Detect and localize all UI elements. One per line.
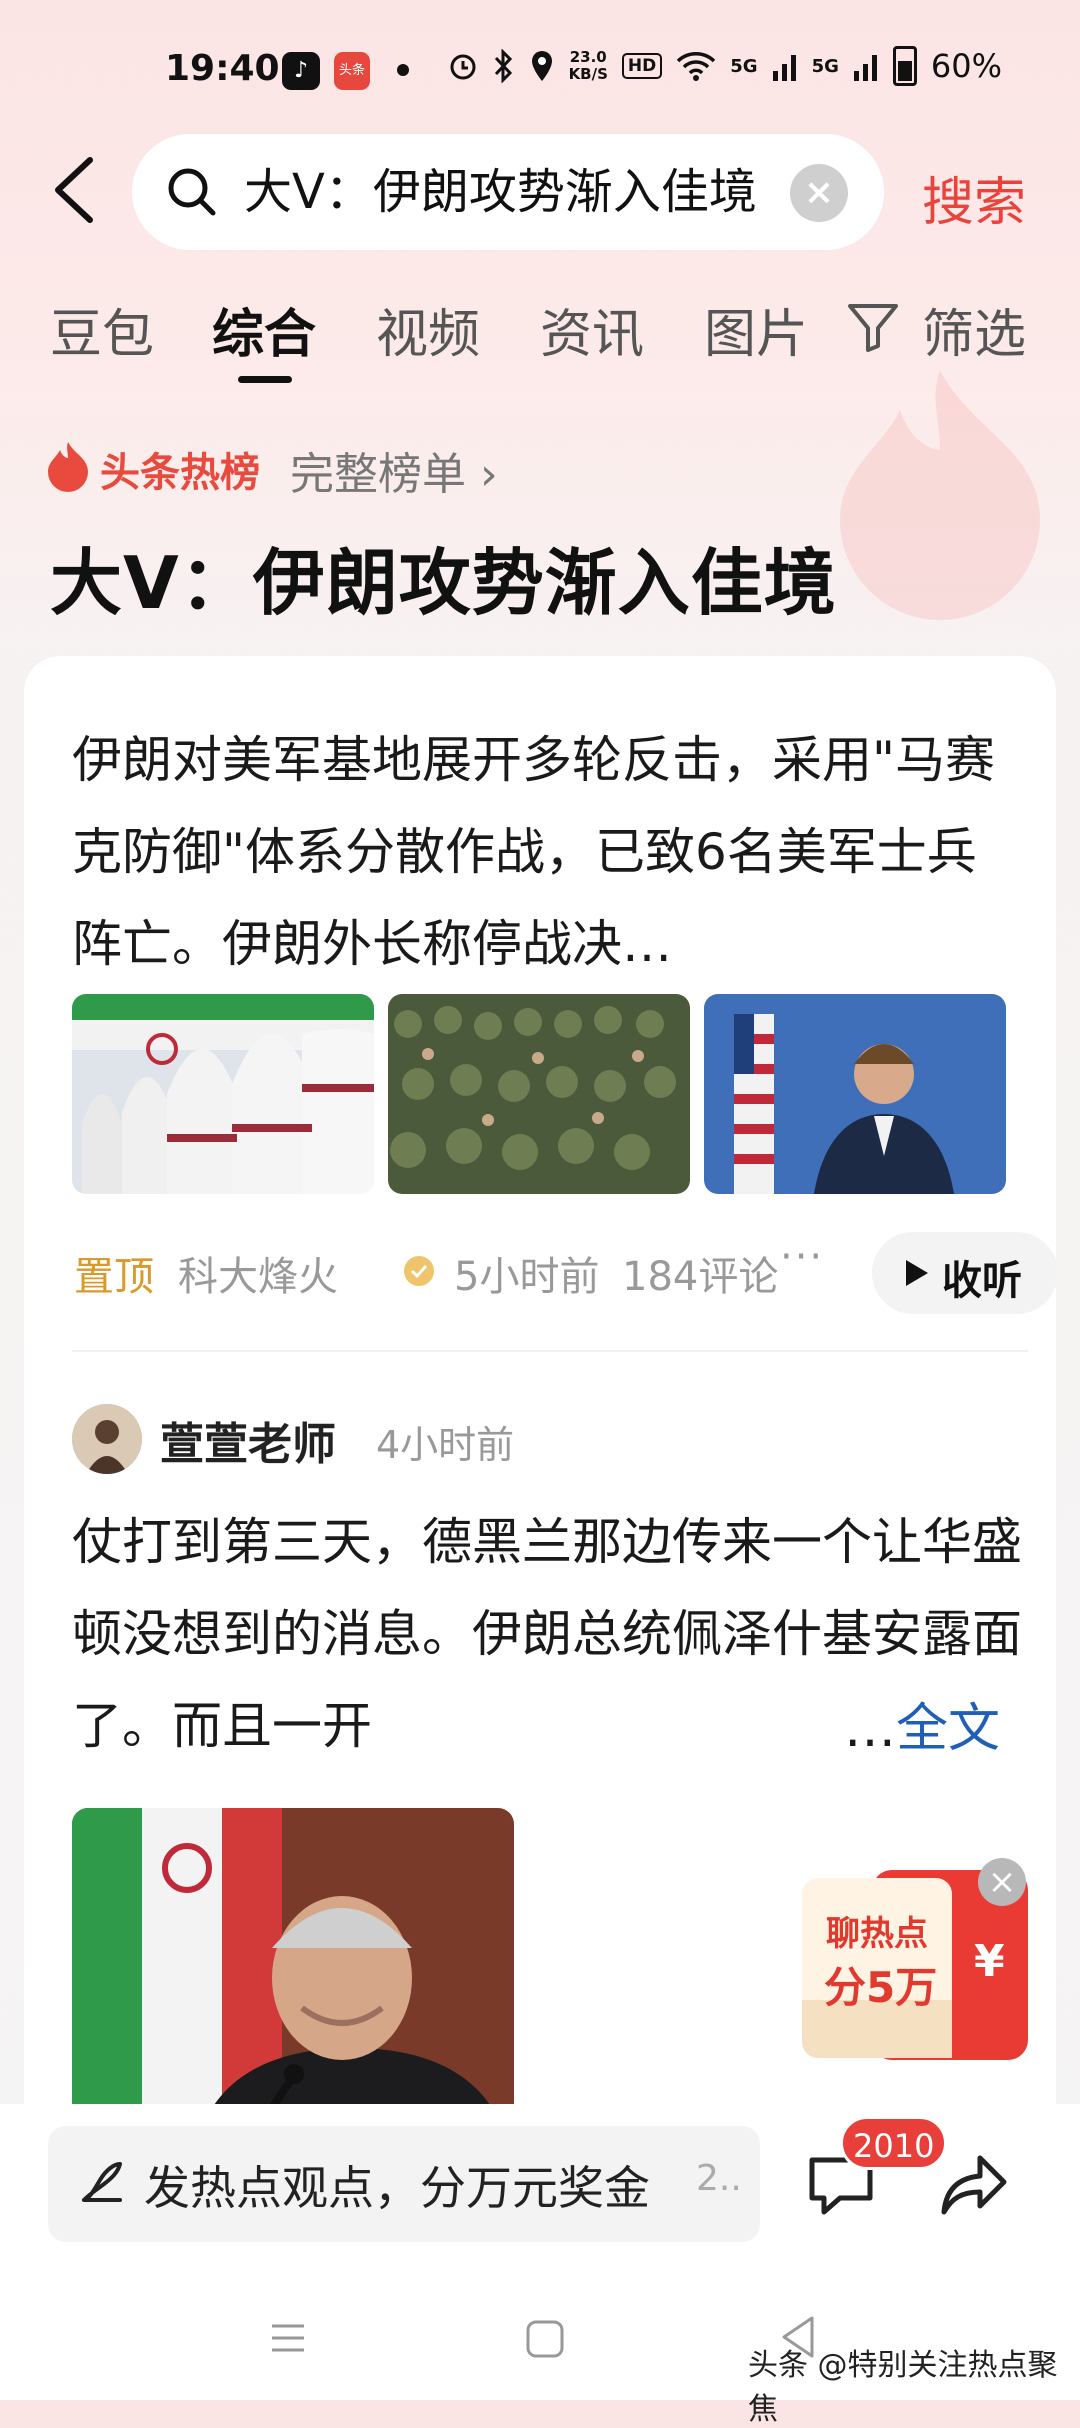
tab-images[interactable]: 图片 [704, 292, 808, 367]
status-time: 19:40 [165, 48, 280, 89]
signal-5g-label-1: 5G [730, 55, 758, 77]
notification-dot-icon [397, 64, 409, 76]
play-icon [906, 1260, 928, 1286]
avatar[interactable] [72, 1404, 142, 1474]
system-nav-bar: 头条 @特别关注热点聚焦 [0, 2244, 1080, 2427]
signal-5g-label-2: 5G [811, 55, 839, 77]
bottom-action-bar: 发热点观点，分万元奖金 2.. 2010 [0, 2104, 1080, 2244]
post2-image-president[interactable] [72, 1808, 514, 2136]
decorative-flame-icon [840, 370, 1040, 620]
full-list-link[interactable]: 完整榜单 › [290, 438, 498, 502]
hot-list-label: 头条热榜 [100, 450, 260, 496]
signal-icon [772, 55, 796, 81]
comment-placeholder: 发热点观点，分万元奖金 [144, 2161, 650, 2215]
promo-line1: 聊热点 [826, 1914, 928, 1954]
hot-topic-title[interactable]: 大V：伊朗攻势渐入佳境 [50, 524, 837, 629]
full-text-label[interactable]: 全文 [896, 1699, 1000, 1759]
pinned-badge: 置顶 [74, 1254, 154, 1300]
hd-icon: HD [621, 53, 663, 79]
toutiao-icon: 头条 [334, 52, 370, 90]
speed-unit: KB/S [568, 65, 608, 83]
post2-time: 4小时前 [376, 1423, 515, 1467]
comment-count-badge: 2010 [840, 2116, 948, 2170]
promo-line2: 分5万 [824, 1963, 938, 2012]
post1-image-speaker[interactable] [704, 994, 1006, 1194]
active-tab-indicator [238, 376, 292, 383]
divider [72, 1350, 1028, 1352]
tab-news[interactable]: 资讯 [540, 292, 644, 367]
wifi-icon [677, 52, 716, 81]
signal-icon-2 [853, 55, 877, 81]
status-bar: 19:40 ♪ 头条 23.0 KB/S HD 5G 5G 60% [0, 0, 1080, 140]
filter-icon[interactable] [846, 300, 900, 354]
tab-video[interactable]: 视频 [376, 292, 480, 367]
filter-button[interactable]: 筛选 [922, 292, 1026, 367]
verified-icon [404, 1256, 434, 1286]
tab-doubao[interactable]: 豆包 [50, 292, 154, 367]
tiktok-icon: ♪ [282, 52, 320, 90]
location-icon [531, 51, 552, 81]
comment-input[interactable]: 发热点观点，分万元奖金 2.. [48, 2126, 760, 2242]
watermark: 头条 @特别关注热点聚焦 [748, 2348, 1058, 2427]
listen-label: 收听 [942, 1258, 1022, 1304]
more-options-icon[interactable]: ··· [780, 1234, 824, 1280]
alarm-icon [450, 54, 476, 80]
yuan-icon: ¥ [974, 1936, 1005, 1987]
search-button[interactable]: 搜索 [922, 160, 1026, 235]
hot-flame-icon [48, 442, 88, 492]
post1-time: 5小时前 [454, 1254, 600, 1300]
bluetooth-icon [494, 49, 512, 83]
post1-summary[interactable]: 伊朗对美军基地展开多轮反击，采用"马赛克防御"体系分散作战，已致6名美军士兵阵亡… [72, 714, 1012, 990]
full-text-link[interactable]: …全文 [844, 1686, 1000, 1761]
ellipsis: … [844, 1699, 896, 1759]
home-icon[interactable] [524, 2318, 566, 2360]
listen-button[interactable]: 收听 [872, 1232, 1056, 1314]
post1-image-missiles[interactable] [72, 994, 374, 1194]
search-icon [168, 168, 216, 216]
search-input[interactable]: 大V：伊朗攻势渐入佳境 × [132, 134, 884, 250]
clear-icon[interactable]: × [790, 164, 848, 222]
back-arrow-icon[interactable] [48, 150, 108, 230]
network-speed: 23.0 KB/S [569, 49, 608, 83]
speed-value: 23.0 [569, 48, 607, 66]
search-query[interactable]: 大V：伊朗攻势渐入佳境 [244, 162, 804, 222]
post1-author[interactable]: 科大烽火 [178, 1244, 338, 1302]
tab-all[interactable]: 综合 [212, 292, 316, 367]
share-icon[interactable] [940, 2152, 1008, 2218]
post1-image-soldiers[interactable] [388, 994, 690, 1194]
comment-placeholder-more: 2.. [696, 2158, 742, 2199]
post2-author[interactable]: 萱萱老师 [160, 1408, 336, 1472]
status-indicators: 23.0 KB/S HD 5G 5G 60% [447, 46, 1002, 86]
pen-icon [82, 2162, 122, 2202]
battery-percent: 60% [930, 47, 1002, 85]
close-icon[interactable]: × [978, 1858, 1026, 1906]
menu-icon[interactable] [268, 2318, 308, 2358]
post1-comments[interactable]: 184评论 [622, 1244, 778, 1302]
post1-meta: 置顶 科大烽火 5小时前 184评论 ··· 收听 [74, 1232, 1056, 1322]
battery-icon [892, 46, 917, 86]
